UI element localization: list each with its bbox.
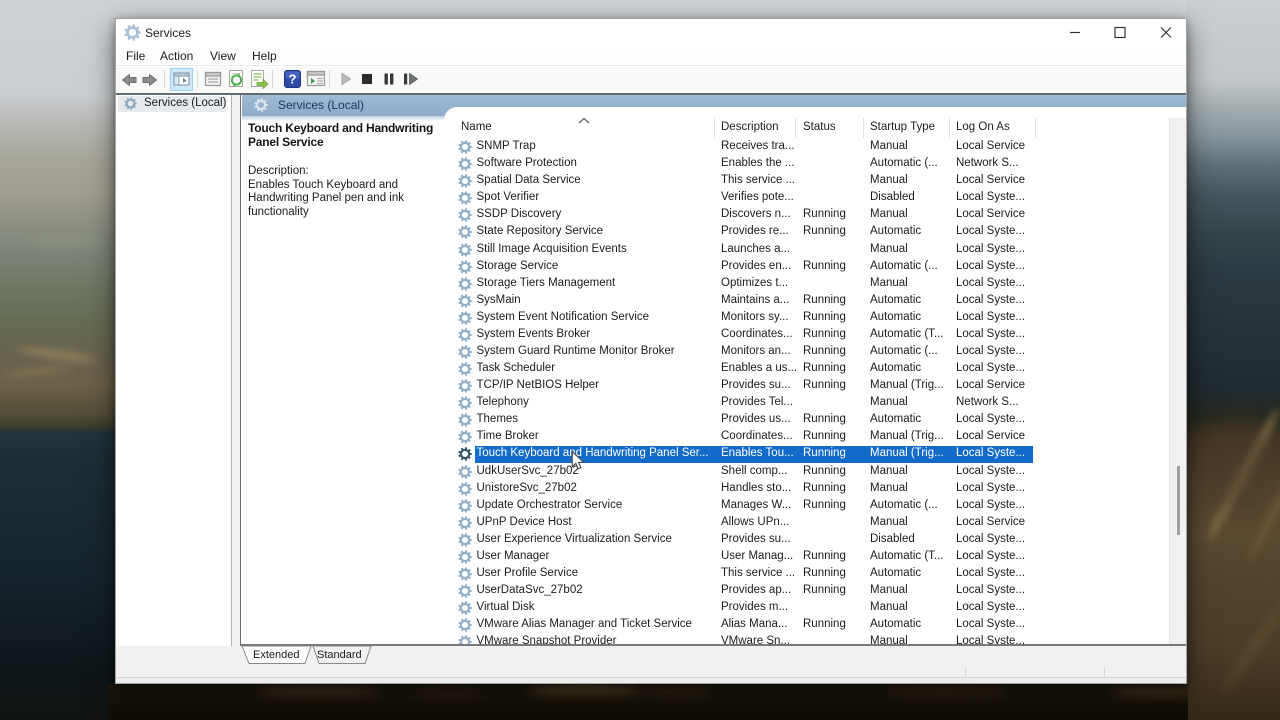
svg-text:?: ?	[289, 72, 297, 87]
